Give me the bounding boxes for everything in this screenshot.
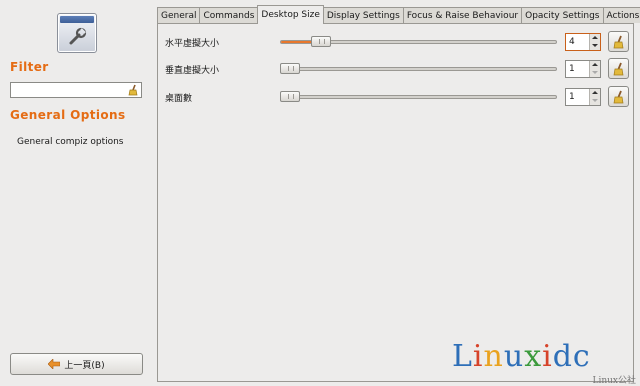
settings-wrench-icon <box>57 13 97 53</box>
spin-down-icon[interactable] <box>592 99 598 102</box>
broom-icon <box>613 62 624 76</box>
settings-panel: 水平虛擬大小 4 垂直虛擬大小 1 桌面數 1 <box>157 23 634 382</box>
arrow-left-icon <box>48 359 61 369</box>
setting-label: 桌面數 <box>165 94 193 104</box>
setting-label: 水平虛擬大小 <box>165 39 220 49</box>
slider-thumb[interactable] <box>310 36 331 47</box>
tab-focus-raise[interactable]: Focus & Raise Behaviour <box>402 7 523 23</box>
spinbox-value[interactable]: 4 <box>569 37 575 47</box>
tab-display-settings[interactable]: Display Settings <box>322 7 404 23</box>
watermark-subtitle: Linux公社 <box>592 376 636 386</box>
value-spinbox[interactable]: 4 <box>565 33 601 51</box>
setting-label: 垂直虛擬大小 <box>165 66 220 76</box>
back-button-label: 上一頁(B) <box>64 360 105 371</box>
broom-icon <box>613 90 624 104</box>
filter-field[interactable] <box>10 82 142 98</box>
spinbox-value[interactable]: 1 <box>569 92 575 102</box>
slider-fill <box>281 41 312 43</box>
tab-bar: General Commands Desktop Size Display Se… <box>157 5 640 24</box>
spin-down-icon[interactable] <box>592 44 598 47</box>
tab-general[interactable]: General <box>157 7 201 23</box>
setting-row: 桌面數 1 <box>158 85 633 109</box>
slider-track[interactable] <box>280 67 557 71</box>
value-spinbox[interactable]: 1 <box>565 88 601 106</box>
filter-input[interactable] <box>13 83 123 97</box>
slider-thumb[interactable] <box>280 91 300 102</box>
reset-button[interactable] <box>608 86 629 107</box>
broom-icon <box>613 35 624 49</box>
site-watermark: Linuxidc Linux公社 <box>452 340 640 386</box>
spin-up-icon[interactable] <box>592 63 598 66</box>
spin-up-icon[interactable] <box>592 36 598 39</box>
broom-icon[interactable] <box>127 84 139 96</box>
tab-commands[interactable]: Commands <box>199 7 259 23</box>
ccsm-window: Filter General Options General compiz op… <box>0 0 640 386</box>
spin-up-icon[interactable] <box>592 91 598 94</box>
sidebar: Filter General Options General compiz op… <box>0 0 152 386</box>
general-options-link[interactable]: General compiz options <box>17 137 124 147</box>
slider-thumb[interactable] <box>280 63 300 74</box>
reset-button[interactable] <box>608 58 629 79</box>
general-options-title: General Options <box>10 108 126 122</box>
spinbox-value[interactable]: 1 <box>569 64 575 74</box>
back-button[interactable]: 上一頁(B) <box>10 353 143 375</box>
value-spinbox[interactable]: 1 <box>565 60 601 78</box>
setting-row: 垂直虛擬大小 1 <box>158 57 633 81</box>
tab-desktop-size[interactable]: Desktop Size <box>257 5 324 24</box>
tab-opacity-settings[interactable]: Opacity Settings <box>521 7 604 23</box>
spin-down-icon[interactable] <box>592 71 598 74</box>
reset-button[interactable] <box>608 31 629 52</box>
filter-title: Filter <box>10 60 49 74</box>
setting-row: 水平虛擬大小 4 <box>158 30 633 54</box>
tab-actions[interactable]: Actions <box>602 7 640 23</box>
watermark-logo: Linuxidc <box>452 339 591 374</box>
slider-track[interactable] <box>280 95 557 99</box>
